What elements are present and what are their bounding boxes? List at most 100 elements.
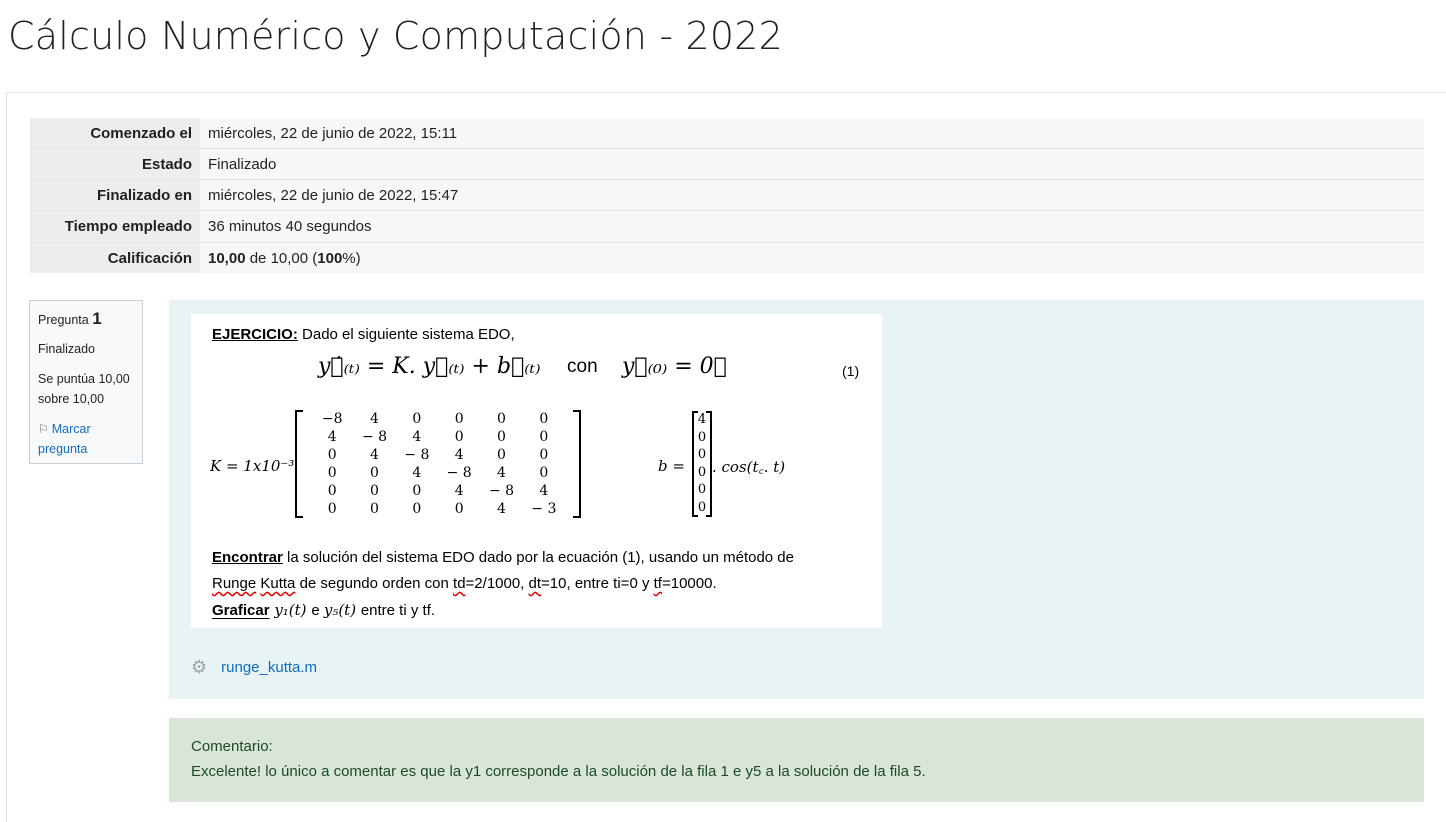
b-vector: 4 0 0 0 0 0 bbox=[692, 411, 712, 517]
k-cell: 0 bbox=[539, 465, 549, 481]
k-cell: 4 bbox=[497, 501, 506, 517]
flag-question-link[interactable]: ⚐ Marcar pregunta bbox=[38, 419, 134, 459]
k-cell: 0 bbox=[327, 501, 337, 517]
summary-value: miércoles, 22 de junio de 2022, 15:11 bbox=[200, 118, 1424, 149]
instruction-text: =10, entre ti=0 y bbox=[541, 575, 654, 592]
question-number: 1 bbox=[92, 309, 102, 328]
attachment-link[interactable]: runge_kutta.m bbox=[221, 659, 317, 676]
instruction-text: entre ti y tf. bbox=[360, 602, 436, 619]
b-cell: 0 bbox=[697, 447, 707, 463]
feedback-panel: Comentario: Excelente! lo único a coment… bbox=[169, 718, 1424, 802]
b-cell: 0 bbox=[697, 482, 707, 498]
summary-label: Finalizado en bbox=[30, 179, 200, 211]
ode-initial-condition: y⃗₍₀₎ = 0⃗ bbox=[622, 354, 727, 379]
question-info-panel: Pregunta 1 Finalizado Se puntúa 10,00 so… bbox=[29, 300, 143, 464]
k-cell: 0 bbox=[497, 411, 506, 427]
summary-row-started: Comenzado el miércoles, 22 de junio de 2… bbox=[30, 118, 1424, 149]
summary-label: Estado bbox=[30, 148, 200, 180]
attempt-summary-table: Comenzado el miércoles, 22 de junio de 2… bbox=[30, 118, 1424, 273]
grade-percent: 100 bbox=[317, 250, 343, 267]
instruction-line-3: Graficar y₁(t) e y₅(t) entre ti y tf. bbox=[212, 597, 872, 624]
instruction-line-2: Runge Kutta de segundo orden con td=2/10… bbox=[212, 571, 872, 597]
k-cell: 0 bbox=[497, 429, 506, 445]
k-cell: − 8 bbox=[404, 447, 430, 463]
k-cell: 4 bbox=[370, 411, 379, 427]
summary-value: 36 minutos 40 segundos bbox=[200, 210, 1424, 243]
instruction-word: td bbox=[453, 575, 466, 592]
question-grade: Se puntúa 10,00 sobre 10,00 bbox=[38, 372, 130, 406]
k-cell: 0 bbox=[370, 465, 379, 481]
b-cell: 4 bbox=[697, 412, 707, 427]
summary-value: Finalizado bbox=[200, 148, 1424, 180]
find-label: Encontrar bbox=[212, 549, 283, 566]
y1-symbol: y₁(t) bbox=[269, 601, 312, 619]
k-cell: 4 bbox=[454, 483, 464, 499]
k-cell: − 8 bbox=[361, 429, 388, 445]
instruction-word: tf bbox=[653, 575, 662, 592]
k-cell: 0 bbox=[539, 411, 549, 427]
summary-row-grade: Calificación 10,00 de 10,00 (100%) bbox=[30, 242, 1424, 273]
summary-value: 10,00 de 10,00 (100%) bbox=[200, 242, 1424, 273]
b-vector-grid: 4 0 0 0 0 0 bbox=[694, 411, 710, 517]
summary-label: Tiempo empleado bbox=[30, 210, 200, 243]
k-cell: 0 bbox=[539, 429, 549, 445]
question-content: EJERCICIO: Dado el siguiente sistema EDO… bbox=[169, 300, 1424, 699]
exercise-intro: Dado el siguiente sistema EDO, bbox=[297, 326, 515, 343]
k-cell: 4 bbox=[497, 465, 506, 481]
k-matrix-grid: −8 4 0 0 0 0 4 − 8 4 0 0 0 0 4 − 8 4 0 0 0 0 4 − 8 4 0 0 0 0 4 −… bbox=[311, 410, 565, 518]
instruction-text: e bbox=[311, 602, 324, 619]
flag-icon: ⚐ bbox=[38, 422, 49, 436]
k-label: K = 1x10⁻³ bbox=[210, 457, 295, 475]
b-cell: 0 bbox=[697, 464, 707, 480]
y5-symbol: y₅(t) bbox=[323, 601, 361, 619]
question-label: Pregunta bbox=[38, 313, 89, 327]
k-cell: 0 bbox=[412, 411, 422, 427]
k-cell: − 3 bbox=[531, 501, 557, 517]
grade-percent-close: %) bbox=[342, 250, 361, 267]
k-cell: 0 bbox=[327, 483, 337, 499]
ode-equation: y⃗̇₍ₜ₎ = K. y⃗₍ₜ₎ + b⃗₍ₜ₎ bbox=[318, 354, 541, 379]
attachment: ⚙ runge_kutta.m bbox=[191, 657, 317, 678]
k-cell: 0 bbox=[539, 447, 549, 463]
exercise-heading: EJERCICIO: Dado el siguiente sistema EDO… bbox=[212, 326, 515, 343]
k-cell: 0 bbox=[454, 501, 464, 517]
k-cell: 4 bbox=[454, 447, 464, 463]
instruction-text: =10000. bbox=[661, 575, 717, 592]
summary-label: Comenzado el bbox=[30, 118, 200, 149]
summary-value: miércoles, 22 de junio de 2022, 15:47 bbox=[200, 179, 1424, 211]
k-cell: 4 bbox=[539, 483, 549, 499]
k-cell: 0 bbox=[327, 447, 337, 463]
k-cell: 0 bbox=[412, 483, 422, 499]
instruction-text: la solución del sistema EDO dado por la … bbox=[282, 549, 794, 566]
b-cell: 0 bbox=[697, 429, 707, 445]
instruction-text: =2/1000, bbox=[465, 575, 529, 592]
k-cell: 0 bbox=[454, 429, 464, 445]
instruction-text: de segundo orden con bbox=[295, 575, 454, 592]
k-cell: −8 bbox=[321, 411, 343, 427]
instruction-word: Runge bbox=[212, 575, 257, 592]
exercise-image: EJERCICIO: Dado el siguiente sistema EDO… bbox=[191, 314, 882, 628]
exercise-label: EJERCICIO: bbox=[212, 326, 298, 343]
gear-icon: ⚙ bbox=[191, 657, 208, 677]
plot-label: Graficar bbox=[212, 602, 270, 619]
k-cell: 0 bbox=[412, 501, 422, 517]
equation-number: (1) bbox=[842, 363, 860, 379]
k-cell: 0 bbox=[454, 411, 464, 427]
k-cell: − 8 bbox=[488, 483, 515, 499]
question-state: Finalizado bbox=[38, 342, 95, 356]
instruction-word: Kutta bbox=[260, 575, 296, 592]
instruction-word: dt bbox=[528, 575, 542, 592]
b-label: b = bbox=[658, 457, 685, 475]
exercise-instructions: Encontrar la solución del sistema EDO da… bbox=[212, 545, 872, 624]
k-cell: 4 bbox=[412, 429, 422, 445]
k-cell: − 8 bbox=[446, 465, 472, 481]
summary-label: Calificación bbox=[30, 242, 200, 273]
grade-value: 10,00 bbox=[208, 250, 246, 267]
k-matrix: −8 4 0 0 0 0 4 − 8 4 0 0 0 0 4 − 8 4 0 0 0 0 4 − 8 4 0 0 0 0 4 −… bbox=[295, 410, 581, 518]
feedback-label: Comentario: bbox=[191, 738, 273, 755]
k-cell: 0 bbox=[370, 501, 379, 517]
k-cell: 4 bbox=[412, 465, 422, 481]
b-cos-term: . cos(t꜀. t) bbox=[712, 458, 786, 476]
k-cell: 4 bbox=[370, 447, 379, 463]
feedback-text: Excelente! lo único a comentar es que la… bbox=[191, 763, 926, 780]
